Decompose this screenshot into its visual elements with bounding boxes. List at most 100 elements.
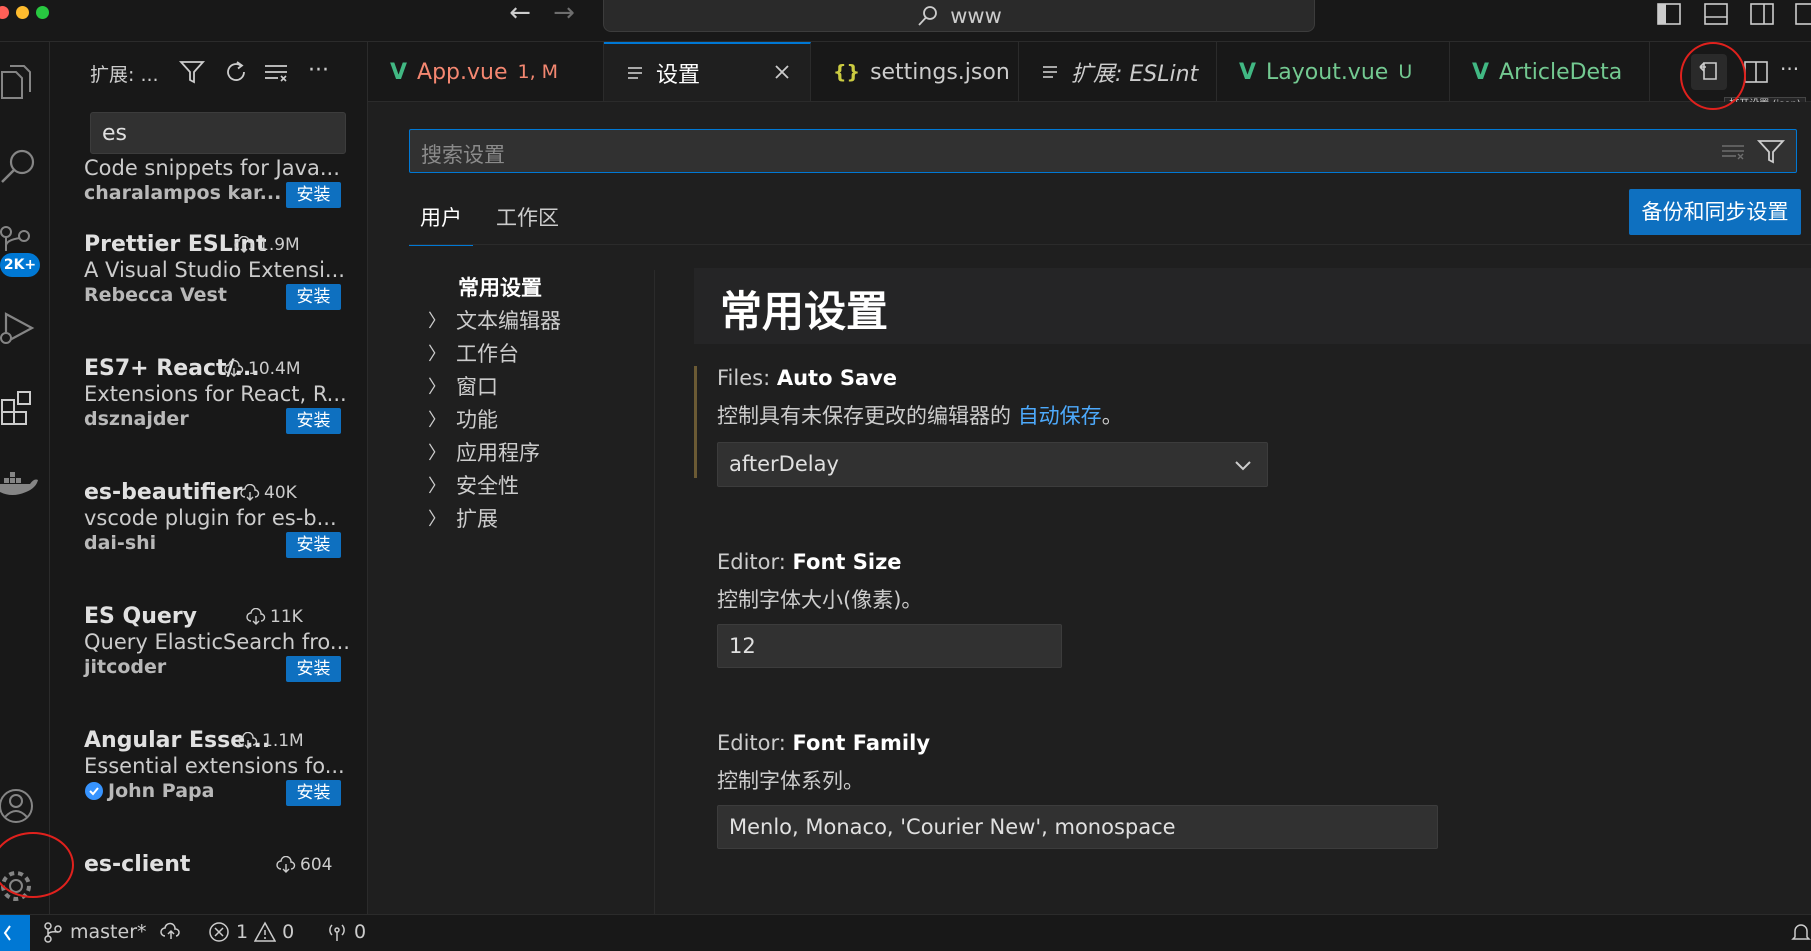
git-branch-status[interactable]: master* <box>42 921 147 943</box>
toc-item-features[interactable]: 〉功能 <box>428 402 498 436</box>
close-window-button[interactable] <box>0 6 9 19</box>
editor-tabs: V App.vue 1, M 设置 {} settings.json 扩展: E… <box>368 42 1811 102</box>
modified-indicator <box>694 366 697 478</box>
install-button[interactable]: 安装 <box>286 284 341 310</box>
chevron-right-icon: 〉 <box>428 443 446 464</box>
tab-layout-vue[interactable]: V Layout.vue U <box>1217 42 1450 101</box>
toc-item-window[interactable]: 〉窗口 <box>428 369 498 403</box>
cloud-download-icon <box>276 856 296 873</box>
chevron-right-icon: 〉 <box>428 311 446 332</box>
extension-list-item[interactable]: Angular Esse... 1.1M Essential extension… <box>50 728 367 852</box>
more-editor-actions-icon[interactable]: ··· <box>1780 54 1811 90</box>
toc-item-extensions[interactable]: 〉扩展 <box>428 501 498 535</box>
extension-description: Query ElasticSearch fro... <box>84 630 350 654</box>
more-actions-icon[interactable]: ··· <box>308 58 340 88</box>
command-center[interactable]: www <box>603 0 1315 32</box>
cloud-download-icon <box>240 484 260 501</box>
customize-layout-icon[interactable] <box>1793 0 1811 28</box>
accounts-icon[interactable] <box>0 782 46 830</box>
tab-settings-json[interactable]: {} settings.json <box>811 42 1019 101</box>
install-button[interactable]: 安装 <box>286 656 341 682</box>
minimize-window-button[interactable] <box>16 6 29 19</box>
setting-editor-font-size: Editor: Font Size 控制字体大小(像素)。 12 <box>694 550 1794 670</box>
install-button[interactable]: 安装 <box>286 182 341 208</box>
explorer-icon[interactable] <box>0 60 46 108</box>
chevron-right-icon: 〉 <box>428 410 446 431</box>
filter-icon[interactable] <box>178 58 210 88</box>
auto-save-select[interactable]: afterDelay <box>717 442 1268 487</box>
problems-status[interactable]: 1 0 <box>208 921 294 943</box>
toggle-secondary-sidebar-icon[interactable] <box>1748 0 1778 28</box>
extension-publisher: charalampos kar... <box>84 182 282 204</box>
tab-user-scope[interactable]: 用户 <box>409 202 473 246</box>
toc-item-common[interactable]: 常用设置 <box>458 270 542 304</box>
filter-settings-icon[interactable] <box>1756 136 1786 166</box>
warning-icon <box>254 921 277 942</box>
extension-description: Code snippets for Java... <box>84 156 340 180</box>
run-and-debug-icon[interactable] <box>0 304 46 352</box>
toc-item-security[interactable]: 〉安全性 <box>428 468 519 502</box>
extension-list-item[interactable]: Prettier ESLint 1.9M A Visual Studio Ext… <box>50 232 367 356</box>
setting-description: 控制字体系列。 <box>717 769 864 793</box>
sync-changes-icon[interactable] <box>160 921 182 943</box>
extension-publisher: dsznajder <box>84 408 189 430</box>
extension-name: ES Query <box>84 604 198 629</box>
close-tab-icon[interactable] <box>768 58 796 86</box>
settings-search-input[interactable]: 搜索设置 <box>409 129 1797 173</box>
clear-search-results-icon[interactable] <box>262 58 294 88</box>
vue-file-icon: V <box>1472 59 1490 85</box>
toggle-primary-sidebar-icon[interactable] <box>1655 0 1685 28</box>
extensions-icon[interactable] <box>0 384 46 432</box>
refresh-icon[interactable] <box>222 58 254 88</box>
tab-workspace-scope[interactable]: 工作区 <box>496 202 559 244</box>
toc-item-application[interactable]: 〉应用程序 <box>428 435 540 469</box>
search-icon[interactable] <box>0 142 46 190</box>
docker-icon[interactable] <box>0 460 46 508</box>
extension-list-item[interactable]: ES7+ React/... 10.4M Extensions for Reac… <box>50 356 367 480</box>
font-size-input[interactable]: 12 <box>717 624 1062 668</box>
extension-list-item[interactable]: es-beautifier 40K vscode plugin for es-b… <box>50 480 367 604</box>
install-button[interactable]: 安装 <box>286 780 341 806</box>
forward-arrow-icon[interactable]: → <box>546 0 582 30</box>
backup-sync-settings-button[interactable]: 备份和同步设置 <box>1629 189 1801 235</box>
extension-name: es-client <box>84 852 191 877</box>
group-title: 常用设置 <box>720 287 889 336</box>
extension-downloads: 1.1M <box>238 731 304 751</box>
setting-files-auto-save: Files: Auto Save 控制具有未保存更改的编辑器的 自动保存。 af… <box>694 366 1794 506</box>
extension-name: es-beautifier <box>84 480 243 505</box>
broadcast-icon <box>329 924 345 941</box>
extension-description: A Visual Studio Extensi... <box>84 258 345 282</box>
error-icon <box>209 922 229 942</box>
json-file-icon: {} <box>833 61 861 83</box>
toc-item-text-editor[interactable]: 〉文本编辑器 <box>428 303 561 337</box>
back-arrow-icon[interactable]: ← <box>502 0 538 30</box>
notifications-bell-icon[interactable] <box>1790 921 1811 943</box>
activity-bar: 2K+ 1 <box>0 42 50 936</box>
remote-icon <box>3 925 11 941</box>
cloud-download-icon <box>224 360 244 377</box>
auto-save-link[interactable]: 自动保存 <box>1018 404 1102 428</box>
tab-app-vue[interactable]: V App.vue 1, M <box>368 42 604 101</box>
toc-item-workbench[interactable]: 〉工作台 <box>428 336 519 370</box>
install-button[interactable]: 安装 <box>286 408 341 434</box>
settings-group-header: 常用设置 <box>694 268 1811 344</box>
vue-file-icon: V <box>390 59 408 85</box>
toggle-panel-icon[interactable] <box>1702 0 1732 28</box>
tab-extension-eslint[interactable]: 扩展: ESLint <box>1019 42 1217 101</box>
font-family-input[interactable]: Menlo, Monaco, 'Courier New', monospace <box>717 805 1438 849</box>
setting-description: 控制具有未保存更改的编辑器的 自动保存。 <box>717 404 1123 428</box>
settings-editor: 搜索设置 用户 工作区 备份和同步设置 常用设置 〉文本编辑器 〉工作台 〉窗口… <box>368 102 1811 914</box>
extension-list-item[interactable]: Code snippets for Java... charalampos ka… <box>50 108 367 232</box>
clear-settings-search-icon[interactable] <box>1718 136 1748 166</box>
extension-list-item[interactable]: es-client 604 <box>50 852 367 914</box>
remote-indicator[interactable] <box>0 915 30 951</box>
install-button[interactable]: 安装 <box>286 532 341 558</box>
extension-list-item[interactable]: ES Query 11K Query ElasticSearch fro... … <box>50 604 367 728</box>
setting-title: Files: Auto Save <box>717 366 898 390</box>
ports-status[interactable]: 0 <box>326 921 366 943</box>
cloud-download-icon <box>246 608 266 625</box>
tab-settings[interactable]: 设置 <box>604 42 811 101</box>
vue-file-icon: V <box>1239 59 1257 85</box>
maximize-window-button[interactable] <box>36 6 49 19</box>
tab-article-detail[interactable]: V ArticleDeta <box>1450 42 1650 101</box>
